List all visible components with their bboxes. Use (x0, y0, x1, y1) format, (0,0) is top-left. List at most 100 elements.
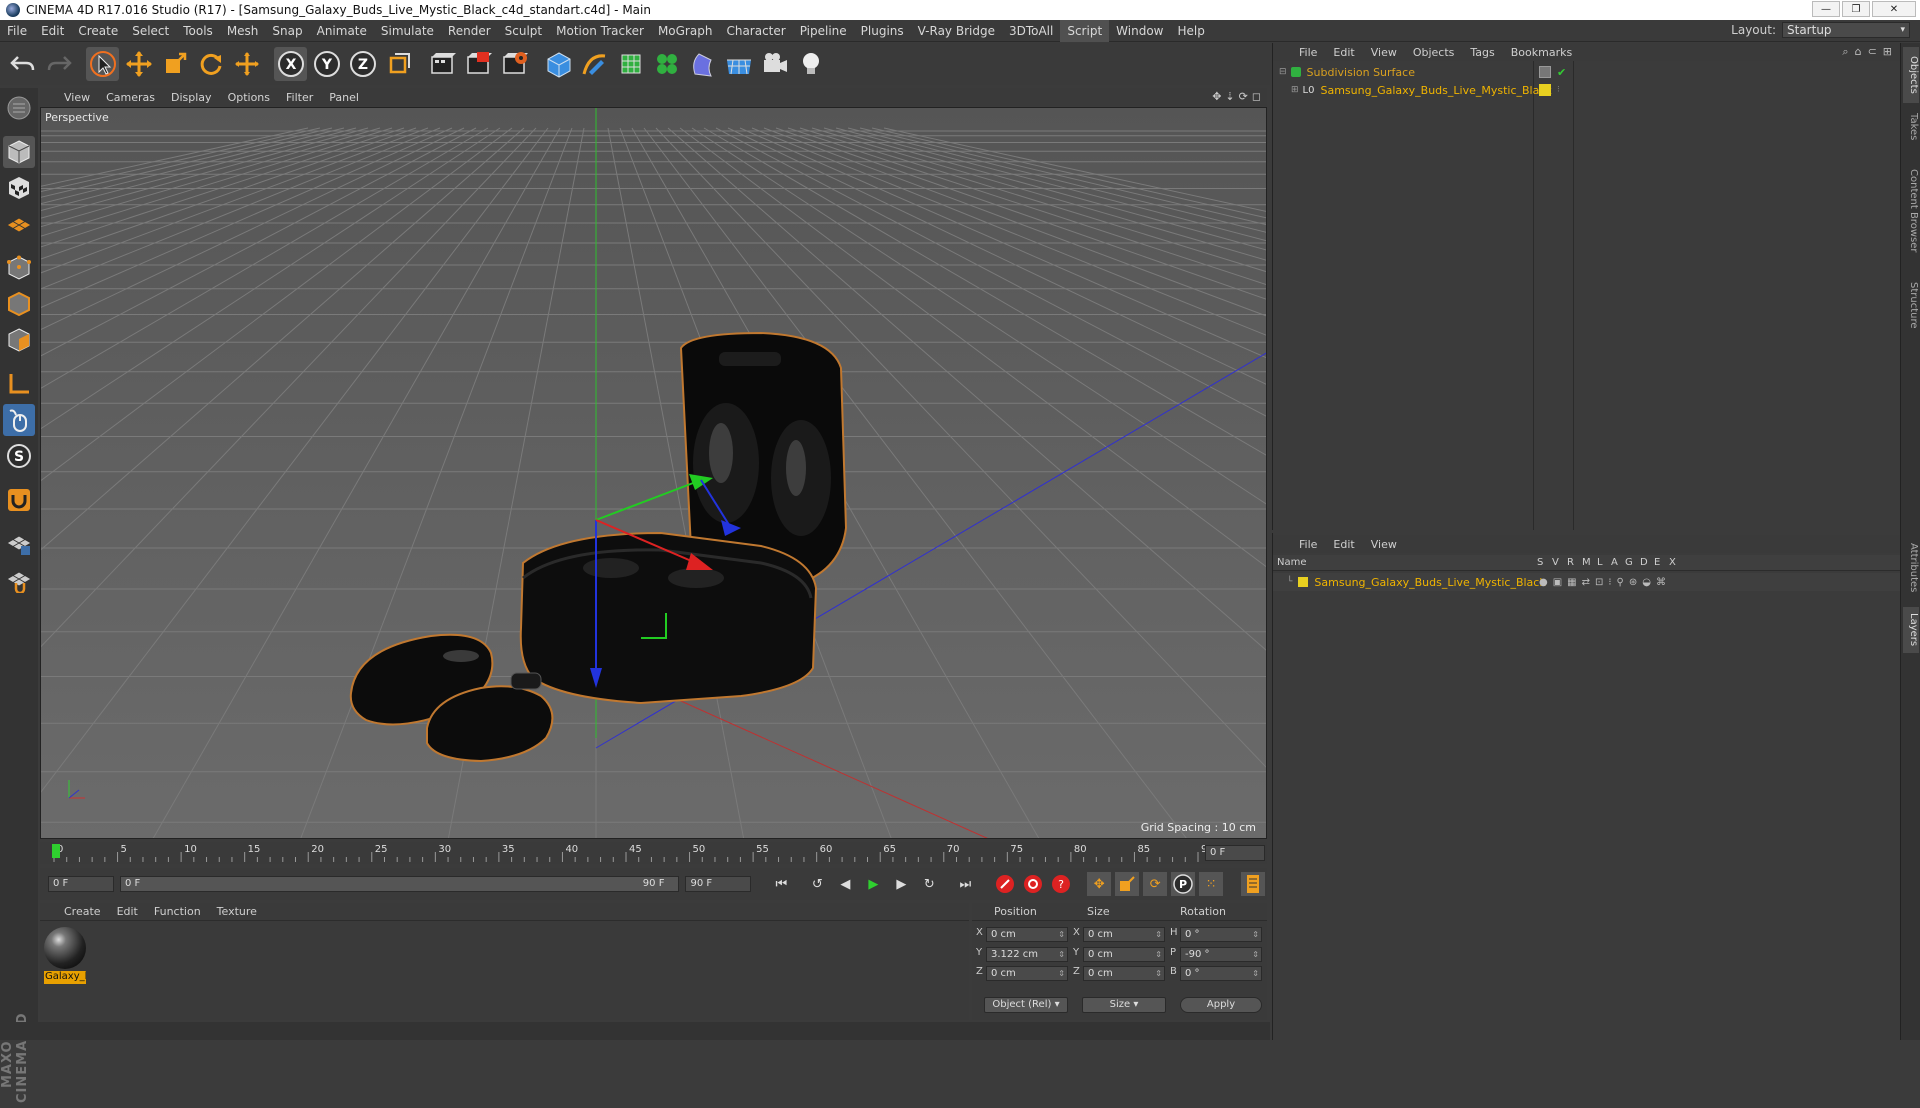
position-z-field[interactable]: 0 cm (986, 966, 1068, 981)
menu-edit[interactable]: Edit (34, 20, 71, 42)
cloner-button[interactable] (650, 47, 683, 81)
move-tool-button[interactable] (122, 47, 155, 81)
layer-column-m[interactable]: M (1582, 557, 1591, 568)
next-frame-button[interactable]: ▶ (889, 872, 913, 896)
go-to-end-button[interactable]: ⏭ (953, 872, 977, 896)
menu-select[interactable]: Select (125, 20, 176, 42)
tab-structure[interactable]: Structure (1903, 275, 1919, 335)
layer-column-v[interactable]: V (1552, 557, 1559, 568)
keyframe-selection-button[interactable]: ? (1049, 872, 1073, 896)
object-menu-file[interactable]: File (1291, 46, 1325, 59)
menu-mesh[interactable]: Mesh (220, 20, 266, 42)
layer-column-d[interactable]: D (1640, 557, 1648, 568)
menu-3dtoall[interactable]: 3DToAll (1002, 20, 1060, 42)
points-mode-button[interactable] (3, 252, 35, 284)
deformer-button[interactable] (686, 47, 719, 81)
end-frame-field[interactable]: 90 F (685, 876, 752, 892)
tab-takes[interactable]: Takes (1903, 107, 1919, 147)
perspective-viewport[interactable]: Perspective Grid Spacing : 10 cm (40, 107, 1267, 839)
menu-sculpt[interactable]: Sculpt (498, 20, 549, 42)
play-button[interactable]: ▶ (861, 872, 885, 896)
layer-column-name[interactable]: Name (1277, 557, 1307, 568)
object-menu-tags[interactable]: Tags (1462, 46, 1502, 59)
layer-column-a[interactable]: A (1611, 557, 1618, 568)
layer-flag-icons[interactable]: ●▣▦⇄⊡⁝⚲⊛◒⌘ (1539, 577, 1671, 588)
scale-tool-button[interactable] (158, 47, 191, 81)
subdivision-surface-button[interactable] (614, 47, 647, 81)
menu-window[interactable]: Window (1109, 20, 1170, 42)
add-cube-button[interactable] (542, 47, 575, 81)
layer-column-g[interactable]: G (1625, 557, 1633, 568)
home-icon[interactable]: ⌂ (1855, 45, 1862, 59)
expand-icon[interactable]: ⊞ (1291, 85, 1299, 95)
make-editable-button[interactable] (3, 92, 35, 124)
z-axis-lock-button[interactable]: Z (346, 47, 379, 81)
viewport-menu-filter[interactable]: Filter (278, 91, 321, 104)
pan-icon[interactable]: ✥ (1212, 90, 1221, 103)
size-mode-dropdown[interactable]: Size ▾ (1082, 997, 1166, 1013)
object-menu-view[interactable]: View (1363, 46, 1405, 59)
render-picture-viewer-button[interactable] (462, 47, 495, 81)
enabled-check-icon[interactable]: ✔ (1557, 66, 1566, 79)
rotate-tool-button[interactable] (194, 47, 227, 81)
tab-layers[interactable]: Layers (1903, 607, 1919, 653)
previous-key-button[interactable]: ↺ (805, 872, 829, 896)
layout-dropdown[interactable]: Startup (1782, 22, 1910, 38)
menu-motion-tracker[interactable]: Motion Tracker (549, 20, 651, 42)
menu-tools[interactable]: Tools (176, 20, 220, 42)
coordinate-mode-dropdown[interactable]: Object (Rel) ▾ (984, 997, 1068, 1013)
start-frame-field[interactable]: 0 F (48, 876, 114, 892)
current-frame-field[interactable]: 0 F (1205, 845, 1265, 861)
parameter-key-button[interactable]: P (1171, 872, 1196, 896)
camera-button[interactable] (758, 47, 791, 81)
layer-menu-edit[interactable]: Edit (1325, 538, 1362, 551)
maximize-view-icon[interactable]: ◻ (1252, 90, 1261, 103)
collapse-icon[interactable]: ⊟ (1279, 67, 1287, 77)
model-mode-button[interactable] (3, 136, 35, 168)
menu-v-ray-bridge[interactable]: V-Ray Bridge (911, 20, 1002, 42)
dot-toggle-icon[interactable]: ⁝ (1557, 85, 1560, 95)
rotation-key-button[interactable]: ⟳ (1143, 872, 1168, 896)
position-x-field[interactable]: 0 cm (986, 927, 1068, 942)
search-icon[interactable]: ⌕ (1842, 45, 1848, 59)
maximize-button[interactable]: ❐ (1842, 1, 1870, 17)
layer-menu-file[interactable]: File (1291, 538, 1325, 551)
menu-create[interactable]: Create (71, 20, 125, 42)
spline-pen-button[interactable] (578, 47, 611, 81)
menu-simulate[interactable]: Simulate (374, 20, 441, 42)
layer-color-swatch[interactable] (1298, 577, 1309, 587)
scale-key-button[interactable] (1115, 872, 1140, 896)
dolly-icon[interactable]: ⇣ (1225, 90, 1234, 103)
orbit-icon[interactable]: ⟳ (1239, 90, 1248, 103)
object-menu-objects[interactable]: Objects (1405, 46, 1463, 59)
record-button[interactable] (993, 872, 1017, 896)
viewport-menu-panel[interactable]: Panel (321, 91, 367, 104)
floor-button[interactable] (722, 47, 755, 81)
minimize-button[interactable]: — (1812, 1, 1840, 17)
position-key-button[interactable]: ✥ (1087, 872, 1112, 896)
layer-column-x[interactable]: X (1669, 557, 1676, 568)
polygons-mode-button[interactable] (3, 324, 35, 356)
go-to-start-button[interactable]: ⏮ (769, 872, 793, 896)
menu-snap[interactable]: Snap (265, 20, 309, 42)
rotation-h-field[interactable]: 0 ° (1180, 927, 1262, 942)
viewport-menu-cameras[interactable]: Cameras (98, 91, 163, 104)
undo-button[interactable] (6, 47, 39, 81)
menu-file[interactable]: File (0, 20, 34, 42)
layer-column-r[interactable]: R (1567, 557, 1574, 568)
layer-color-swatch[interactable] (1539, 84, 1551, 96)
magnet-button[interactable] (3, 484, 35, 516)
layer-column-e[interactable]: E (1654, 557, 1660, 568)
position-y-field[interactable]: 3.122 cm (986, 947, 1068, 962)
material-menu-texture[interactable]: Texture (209, 905, 265, 918)
workplane-mode-button[interactable] (3, 208, 35, 240)
rotation-p-field[interactable]: -90 ° (1180, 947, 1262, 962)
object-row-subdivision-surface[interactable]: ⊟ Subdivision Surface ✔ (1273, 63, 1900, 81)
live-select-button[interactable] (230, 47, 263, 81)
tab-attributes[interactable]: Attributes (1903, 533, 1919, 603)
snap-settings-button[interactable] (3, 564, 35, 596)
size-z-field[interactable]: 0 cm (1083, 966, 1165, 981)
autokey-button[interactable] (1021, 872, 1045, 896)
object-row-buds[interactable]: ⊞ L0 Samsung_Galaxy_Buds_Live_Mystic_Bla… (1273, 81, 1900, 99)
coordinate-system-button[interactable] (382, 47, 415, 81)
